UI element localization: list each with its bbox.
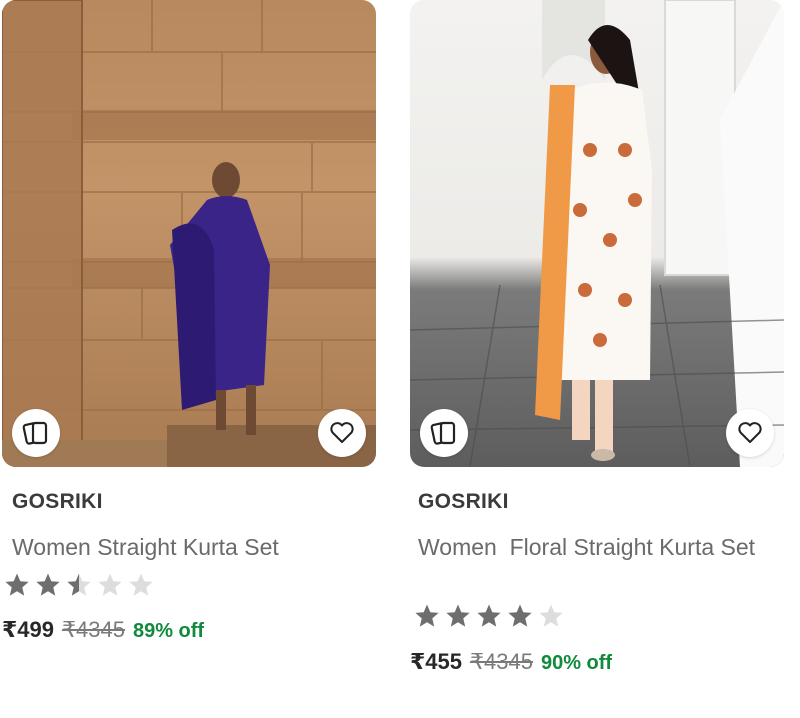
similar-products-button[interactable]: [12, 409, 60, 457]
similar-products-button[interactable]: [420, 409, 468, 457]
star-icon: [539, 604, 563, 627]
discount-label: 90% off: [540, 652, 613, 674]
similar-products-icon: [22, 421, 48, 445]
product-image[interactable]: [410, 0, 784, 467]
star-icon: [36, 573, 60, 596]
selling-price: ₹455: [410, 649, 463, 674]
original-price: ₹4345: [62, 617, 125, 642]
star-icon: [446, 604, 470, 627]
product-photo: [410, 0, 784, 467]
star-icon: [129, 573, 153, 596]
selling-price: ₹499: [2, 617, 55, 642]
product-image[interactable]: [2, 0, 376, 467]
product-photo: [2, 0, 376, 467]
star-icon: [415, 604, 439, 627]
price-row: ₹455 ₹4345 90% off: [410, 649, 612, 675]
brand-name: GOSRIKI: [418, 490, 509, 513]
star-icon: [98, 573, 122, 596]
product-card[interactable]: GOSRIKI Women Straight Kurta Set ₹499 ₹4…: [2, 0, 376, 642]
star-icon: [5, 573, 29, 596]
wishlist-button[interactable]: [318, 409, 366, 457]
star-icon: [508, 604, 532, 627]
product-card[interactable]: GOSRIKI Women Floral Straight Kurta Set …: [410, 0, 784, 674]
rating-stars: [4, 572, 154, 598]
star-icon: [67, 573, 91, 596]
heart-icon: [330, 422, 354, 443]
wishlist-button[interactable]: [726, 409, 774, 457]
product-title: Women Floral Straight Kurta Set: [418, 534, 756, 560]
star-icon: [477, 604, 501, 627]
product-title: Women Straight Kurta Set: [12, 534, 279, 560]
original-price: ₹4345: [470, 649, 533, 674]
rating-stars: [414, 603, 564, 629]
similar-products-icon: [430, 421, 456, 445]
price-row: ₹499 ₹4345 89% off: [2, 617, 204, 643]
heart-icon: [738, 422, 762, 443]
brand-name: GOSRIKI: [12, 490, 103, 513]
discount-label: 89% off: [132, 620, 205, 642]
